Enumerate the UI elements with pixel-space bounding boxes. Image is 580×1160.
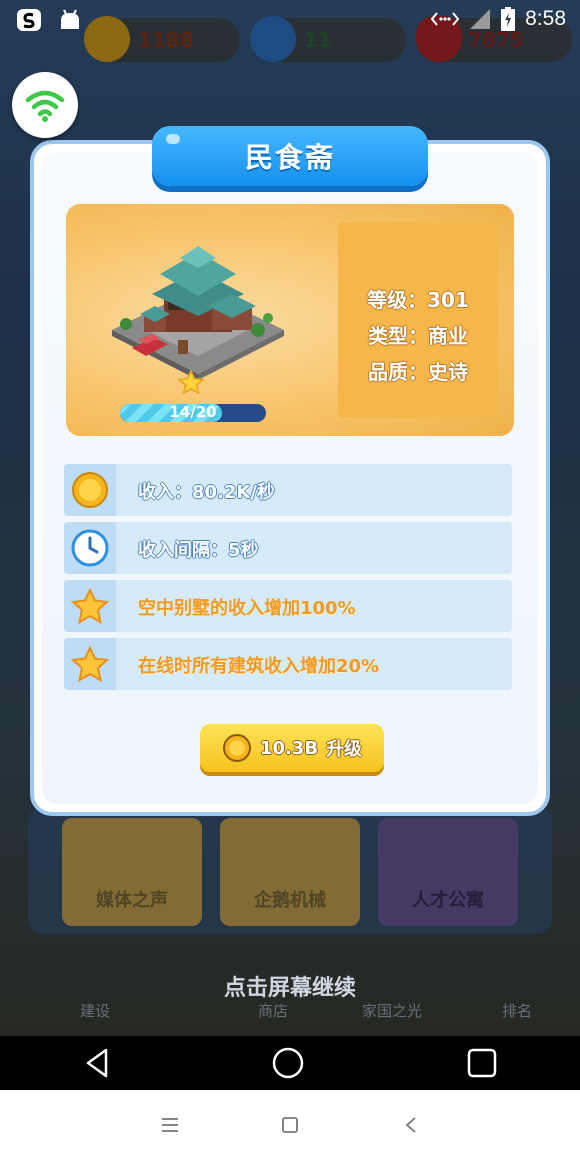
- stats-box: 等级：301 类型：商业 品质：史诗: [338, 222, 498, 418]
- navigation-bar: [0, 1036, 580, 1090]
- interval-row: 收入间隔：5秒: [64, 522, 512, 574]
- upgrade-button[interactable]: 10.3B 升级: [200, 724, 384, 772]
- square-home-icon[interactable]: [281, 1116, 299, 1134]
- building-illustration: [112, 246, 284, 380]
- row-icon-cell: [64, 464, 116, 516]
- status-bar: 8:58: [0, 0, 580, 40]
- income-row: 收入：80.2K/秒: [64, 464, 512, 516]
- quality-star-icon: [178, 370, 204, 394]
- tab-ranking[interactable]: 排名: [502, 1000, 532, 1021]
- tab-shop[interactable]: 商店: [258, 1000, 288, 1021]
- dialog-title-banner: 民食斋: [152, 126, 428, 186]
- upgrade-label: 升级: [326, 739, 363, 760]
- row-icon-cell: [64, 522, 116, 574]
- stat-quality: 品质：史诗: [368, 360, 468, 384]
- stat-level: 等级：301: [367, 288, 469, 312]
- star-icon: [71, 588, 109, 624]
- bonus-text-1: 空中别墅的收入增加100%: [138, 598, 356, 619]
- tab-national-glory[interactable]: 家国之光: [362, 1000, 422, 1021]
- star-icon: [71, 646, 109, 682]
- data-arrows-icon: [431, 12, 460, 26]
- stat-type: 类型：商业: [368, 324, 468, 348]
- building-info-panel: 14/20 等级：301 类型：商业 品质：史诗: [66, 204, 514, 436]
- tap-to-continue[interactable]: 点击屏幕继续: [0, 970, 580, 1002]
- menu-icon[interactable]: [160, 1117, 180, 1133]
- bonus-row-2: 在线时所有建筑收入增加20%: [64, 638, 512, 690]
- row-icon-cell: [64, 638, 116, 690]
- upgrade-cost: 10.3B: [259, 737, 319, 759]
- wifi-button[interactable]: [12, 72, 78, 138]
- clock-icon: [71, 529, 109, 567]
- tab-build[interactable]: 建设: [80, 1000, 110, 1021]
- app-s-icon: [17, 9, 41, 31]
- bonus-row-1: 空中别墅的收入增加100%: [64, 580, 512, 632]
- home-icon[interactable]: [272, 1047, 304, 1079]
- dialog-title: 民食斋: [244, 141, 335, 174]
- coin-icon: [222, 734, 251, 762]
- row-icon-cell: [64, 580, 116, 632]
- android-icon: [61, 9, 79, 29]
- wifi-icon: [25, 90, 65, 122]
- system-bar: [0, 1090, 580, 1160]
- interval-text: 收入间隔：5秒: [138, 540, 259, 561]
- battery-icon: [501, 7, 516, 31]
- income-text: 收入：80.2K/秒: [138, 482, 275, 503]
- coin-icon: [72, 472, 108, 508]
- chevron-left-icon[interactable]: [404, 1116, 418, 1134]
- bonus-text-2: 在线时所有建筑收入增加20%: [138, 656, 380, 677]
- clock-time: 8:58: [525, 7, 566, 30]
- back-icon[interactable]: [82, 1047, 114, 1079]
- recents-icon[interactable]: [466, 1047, 498, 1079]
- signal-icon: [470, 9, 491, 29]
- level-progress-text: 14/20: [169, 403, 217, 421]
